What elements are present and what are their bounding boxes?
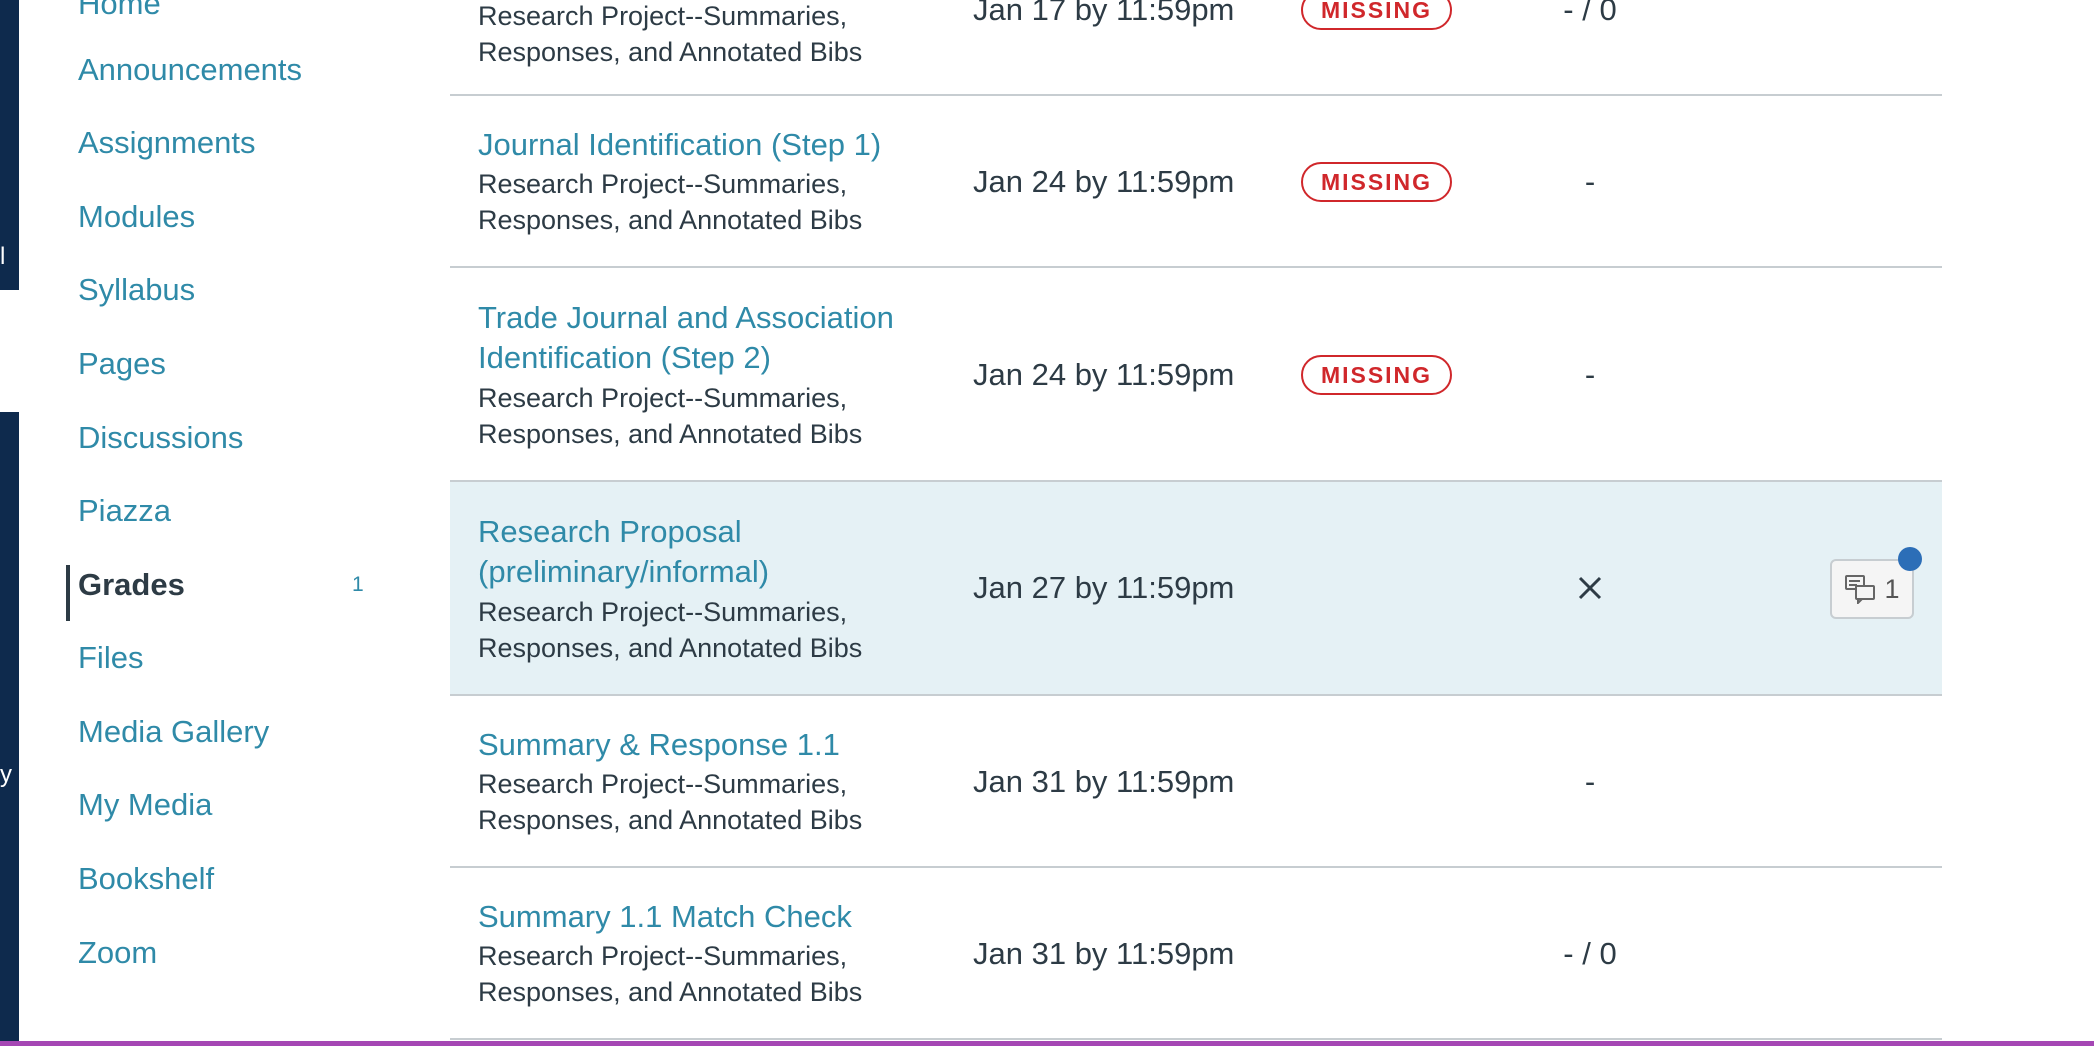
comments-button[interactable]: 1 bbox=[1830, 547, 1922, 619]
due-date: Jan 17 by 11:59pm bbox=[973, 0, 1235, 27]
assignment-group: Responses, and Annotated Bibs bbox=[478, 805, 863, 835]
unread-indicator-dot bbox=[1898, 547, 1922, 571]
global-nav-label-fragment[interactable]: l bbox=[0, 245, 5, 269]
score: - bbox=[1584, 357, 1596, 392]
assignment-group: Research Project--Summaries, bbox=[478, 597, 848, 627]
assignment-title-link[interactable]: Summary 1.1 Match Check bbox=[478, 897, 852, 937]
x-icon bbox=[1578, 576, 1602, 600]
due-date: Jan 31 by 11:59pm bbox=[973, 764, 1235, 799]
grades-table: Research Project--Summaries, Responses, … bbox=[450, 0, 1942, 1040]
global-nav-active-block bbox=[0, 290, 19, 412]
nav-link-media-gallery[interactable]: Media Gallery bbox=[78, 712, 269, 752]
bottom-accent-bar bbox=[0, 1041, 2094, 1046]
active-nav-indicator bbox=[66, 565, 70, 621]
due-date: Jan 31 by 11:59pm bbox=[973, 936, 1235, 971]
assignment-group: Research Project--Summaries, bbox=[478, 769, 848, 799]
assignment-group: Responses, and Annotated Bibs bbox=[478, 633, 863, 663]
nav-link-home[interactable]: Home bbox=[78, 0, 161, 24]
missing-status-badge: MISSING bbox=[1301, 162, 1452, 202]
assignment-group: Research Project--Summaries, bbox=[478, 383, 848, 413]
table-row: Summary & Response 1.1 Research Project-… bbox=[450, 696, 1942, 868]
due-date: Jan 24 by 11:59pm bbox=[973, 357, 1235, 392]
assignment-title-link[interactable]: Summary & Response 1.1 bbox=[478, 725, 840, 765]
nav-link-grades[interactable]: Grades bbox=[78, 565, 185, 605]
assignment-group: Responses, and Annotated Bibs bbox=[478, 419, 863, 449]
nav-link-files[interactable]: Files bbox=[78, 638, 143, 678]
assignment-group: Research Project--Summaries, bbox=[478, 1, 848, 31]
course-navigation: Home Announcements Assignments Modules S… bbox=[66, 0, 386, 1040]
nav-link-announcements[interactable]: Announcements bbox=[78, 50, 302, 90]
nav-link-pages[interactable]: Pages bbox=[78, 344, 166, 384]
assignment-title-link[interactable]: (preliminary/informal) bbox=[478, 552, 769, 592]
assignment-title-link[interactable]: Research Proposal bbox=[478, 512, 742, 552]
due-date: Jan 24 by 11:59pm bbox=[973, 164, 1235, 199]
nav-link-modules[interactable]: Modules bbox=[78, 197, 195, 237]
assignment-group: Research Project--Summaries, bbox=[478, 169, 848, 199]
score: - bbox=[1584, 164, 1596, 199]
assignment-group: Research Project--Summaries, bbox=[478, 941, 848, 971]
grades-count-badge: 1 bbox=[352, 573, 364, 596]
score: - / 0 bbox=[1563, 0, 1617, 27]
comment-count: 1 bbox=[1884, 573, 1900, 604]
table-row: Research Project--Summaries, Responses, … bbox=[450, 0, 1942, 96]
global-nav-label-fragment[interactable]: y bbox=[0, 763, 12, 787]
assignment-title-link[interactable]: Identification (Step 2) bbox=[478, 338, 771, 378]
nav-link-my-media[interactable]: My Media bbox=[78, 785, 212, 825]
table-row: Journal Identification (Step 1) Research… bbox=[450, 96, 1942, 268]
assignment-title-link[interactable]: Journal Identification (Step 1) bbox=[478, 125, 881, 165]
score: - bbox=[1584, 764, 1596, 799]
nav-link-zoom[interactable]: Zoom bbox=[78, 933, 157, 973]
comment-icon bbox=[1845, 575, 1876, 604]
missing-status-badge: MISSING bbox=[1301, 355, 1452, 395]
table-row: Research Proposal (preliminary/informal)… bbox=[450, 482, 1942, 696]
table-row: Summary 1.1 Match Check Research Project… bbox=[450, 868, 1942, 1040]
score: - / 0 bbox=[1563, 936, 1617, 971]
nav-link-syllabus[interactable]: Syllabus bbox=[78, 270, 195, 310]
due-date: Jan 27 by 11:59pm bbox=[973, 570, 1235, 605]
assignment-group: Responses, and Annotated Bibs bbox=[478, 37, 863, 67]
nav-link-discussions[interactable]: Discussions bbox=[78, 418, 243, 458]
nav-link-bookshelf[interactable]: Bookshelf bbox=[78, 859, 214, 899]
assignment-group: Responses, and Annotated Bibs bbox=[478, 205, 863, 235]
nav-link-assignments[interactable]: Assignments bbox=[78, 123, 255, 163]
global-navigation: l y bbox=[0, 0, 19, 1046]
assignment-group: Responses, and Annotated Bibs bbox=[478, 977, 863, 1007]
missing-status-badge: MISSING bbox=[1301, 0, 1452, 30]
assignment-title-link[interactable]: Trade Journal and Association bbox=[478, 298, 894, 338]
table-row: Trade Journal and Association Identifica… bbox=[450, 268, 1942, 482]
nav-link-piazza[interactable]: Piazza bbox=[78, 491, 171, 531]
